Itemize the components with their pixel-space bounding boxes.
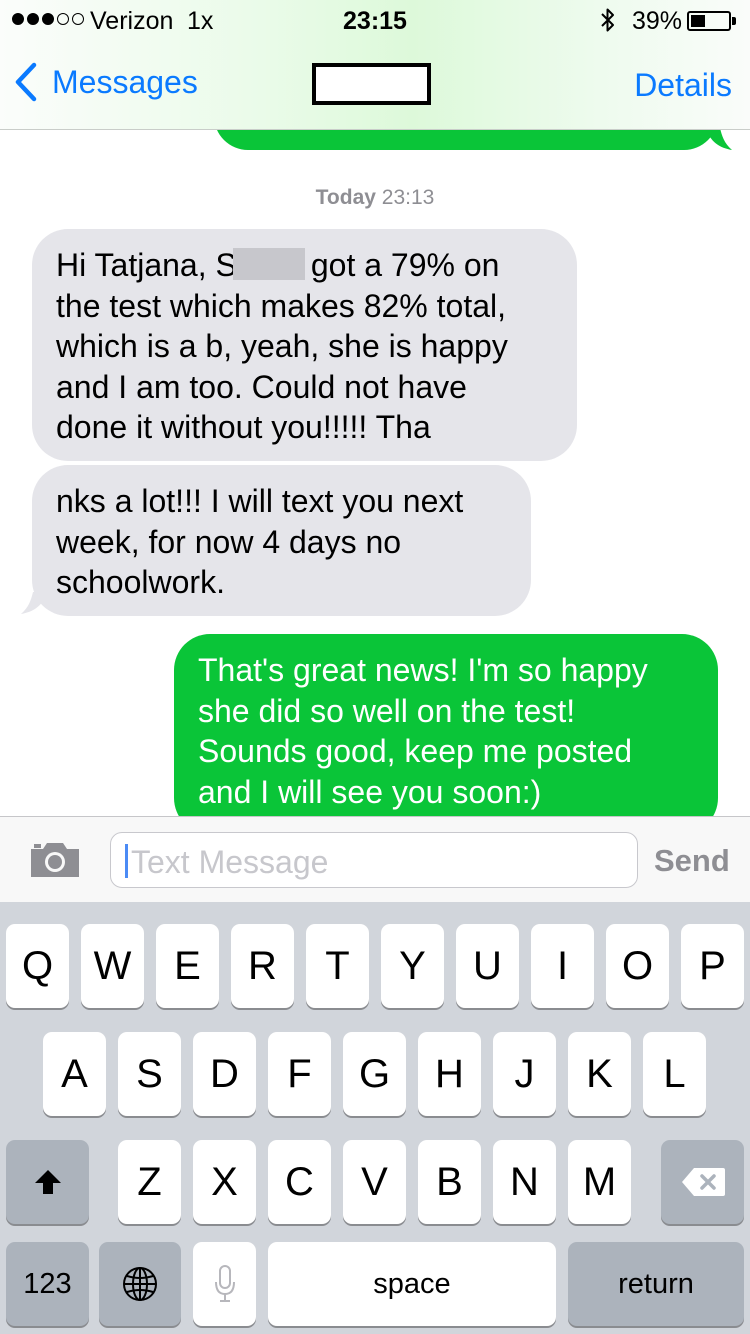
key-e[interactable]: E	[156, 924, 219, 1008]
shift-key[interactable]	[6, 1140, 89, 1224]
outgoing-message-bubble[interactable]: That's great news! I'm so happy she did …	[174, 634, 718, 816]
delete-key[interactable]	[661, 1140, 744, 1224]
back-button-label: Messages	[52, 63, 198, 100]
microphone-icon	[214, 1265, 235, 1302]
keyboard: Q W E R T Y U I O P A S D F G H J K L Z …	[0, 902, 750, 1334]
incoming-message-bubble[interactable]: nks a lot!!! I will text you next week, …	[32, 465, 531, 616]
battery-level-fill	[691, 15, 705, 27]
key-z[interactable]: Z	[118, 1140, 181, 1224]
message-text-field[interactable]: Text Message	[110, 832, 638, 888]
key-v[interactable]: V	[343, 1140, 406, 1224]
incoming-message-bubble[interactable]: Hi Tatjana, Sgot a 79% on the test which…	[32, 229, 577, 461]
bubble-tail	[706, 128, 732, 150]
status-bar: Verizon 1x 23:15 39%	[0, 0, 750, 40]
key-p[interactable]: P	[681, 924, 744, 1008]
return-key[interactable]: return	[568, 1242, 744, 1326]
message-placeholder: Text Message	[131, 844, 329, 880]
key-b[interactable]: B	[418, 1140, 481, 1224]
key-x[interactable]: X	[193, 1140, 256, 1224]
microphone-key[interactable]	[193, 1242, 256, 1326]
backspace-icon	[681, 1168, 725, 1196]
numbers-key[interactable]: 123	[6, 1242, 89, 1326]
message-line: Sounds good, keep me posted	[198, 733, 633, 769]
key-h[interactable]: H	[418, 1032, 481, 1116]
message-line: week, for now 4 days no	[56, 523, 402, 560]
key-i[interactable]: I	[531, 924, 594, 1008]
key-k[interactable]: K	[568, 1032, 631, 1116]
key-o[interactable]: O	[606, 924, 669, 1008]
space-key[interactable]: space	[268, 1242, 556, 1326]
bluetooth-icon	[601, 8, 614, 32]
message-line: and I will see you soon:)	[198, 773, 542, 810]
text-cursor	[125, 844, 128, 878]
key-s[interactable]: S	[118, 1032, 181, 1116]
details-button[interactable]: Details	[634, 67, 732, 104]
battery-cap	[732, 17, 736, 25]
message-timestamp: Today 23:13	[0, 186, 750, 210]
shift-arrow-icon	[34, 1170, 61, 1194]
message-input-bar: Text Message Send	[0, 816, 750, 902]
message-line: That's great news! I'm so happy	[198, 652, 648, 688]
key-a[interactable]: A	[43, 1032, 106, 1116]
navigation-header: Verizon 1x 23:15 39% Messages Details	[0, 0, 750, 130]
key-u[interactable]: U	[456, 924, 519, 1008]
chevron-left-icon	[15, 62, 37, 102]
battery-icon	[687, 11, 731, 31]
timestamp-time: 23:13	[381, 186, 435, 209]
redacted-contact-name	[312, 63, 431, 105]
send-button[interactable]: Send	[654, 843, 730, 879]
key-m[interactable]: M	[568, 1140, 631, 1224]
message-line: the test which makes 82% total,	[56, 287, 506, 324]
camera-icon[interactable]	[28, 839, 82, 879]
key-y[interactable]: Y	[381, 924, 444, 1008]
timestamp-day: Today	[315, 186, 376, 209]
key-f[interactable]: F	[268, 1032, 331, 1116]
back-button[interactable]: Messages	[14, 62, 198, 102]
message-line: which is a b, yeah, she is happy	[56, 328, 508, 364]
redacted-name	[232, 248, 305, 280]
battery-percent: 39%	[632, 7, 683, 35]
key-g[interactable]: G	[343, 1032, 406, 1116]
key-r[interactable]: R	[231, 924, 294, 1008]
globe-key[interactable]	[99, 1242, 181, 1326]
key-w[interactable]: W	[81, 924, 144, 1008]
message-line: nks a lot!!! I will text you next	[56, 483, 464, 519]
key-d[interactable]: D	[193, 1032, 256, 1116]
message-line: done it without you!!!!! Tha	[56, 409, 431, 445]
message-line: she did so well on the test!	[198, 692, 576, 729]
message-line: Hi Tatjana, Sgot a 79% on	[56, 247, 500, 283]
key-q[interactable]: Q	[6, 924, 69, 1008]
bubble-tail	[21, 592, 47, 614]
key-j[interactable]: J	[493, 1032, 556, 1116]
message-line: schoolwork.	[56, 564, 225, 600]
globe-icon	[123, 1267, 157, 1301]
key-t[interactable]: T	[306, 924, 369, 1008]
key-l[interactable]: L	[643, 1032, 706, 1116]
key-n[interactable]: N	[493, 1140, 556, 1224]
key-c[interactable]: C	[268, 1140, 331, 1224]
message-line: and I am too. Could not have	[56, 368, 467, 405]
